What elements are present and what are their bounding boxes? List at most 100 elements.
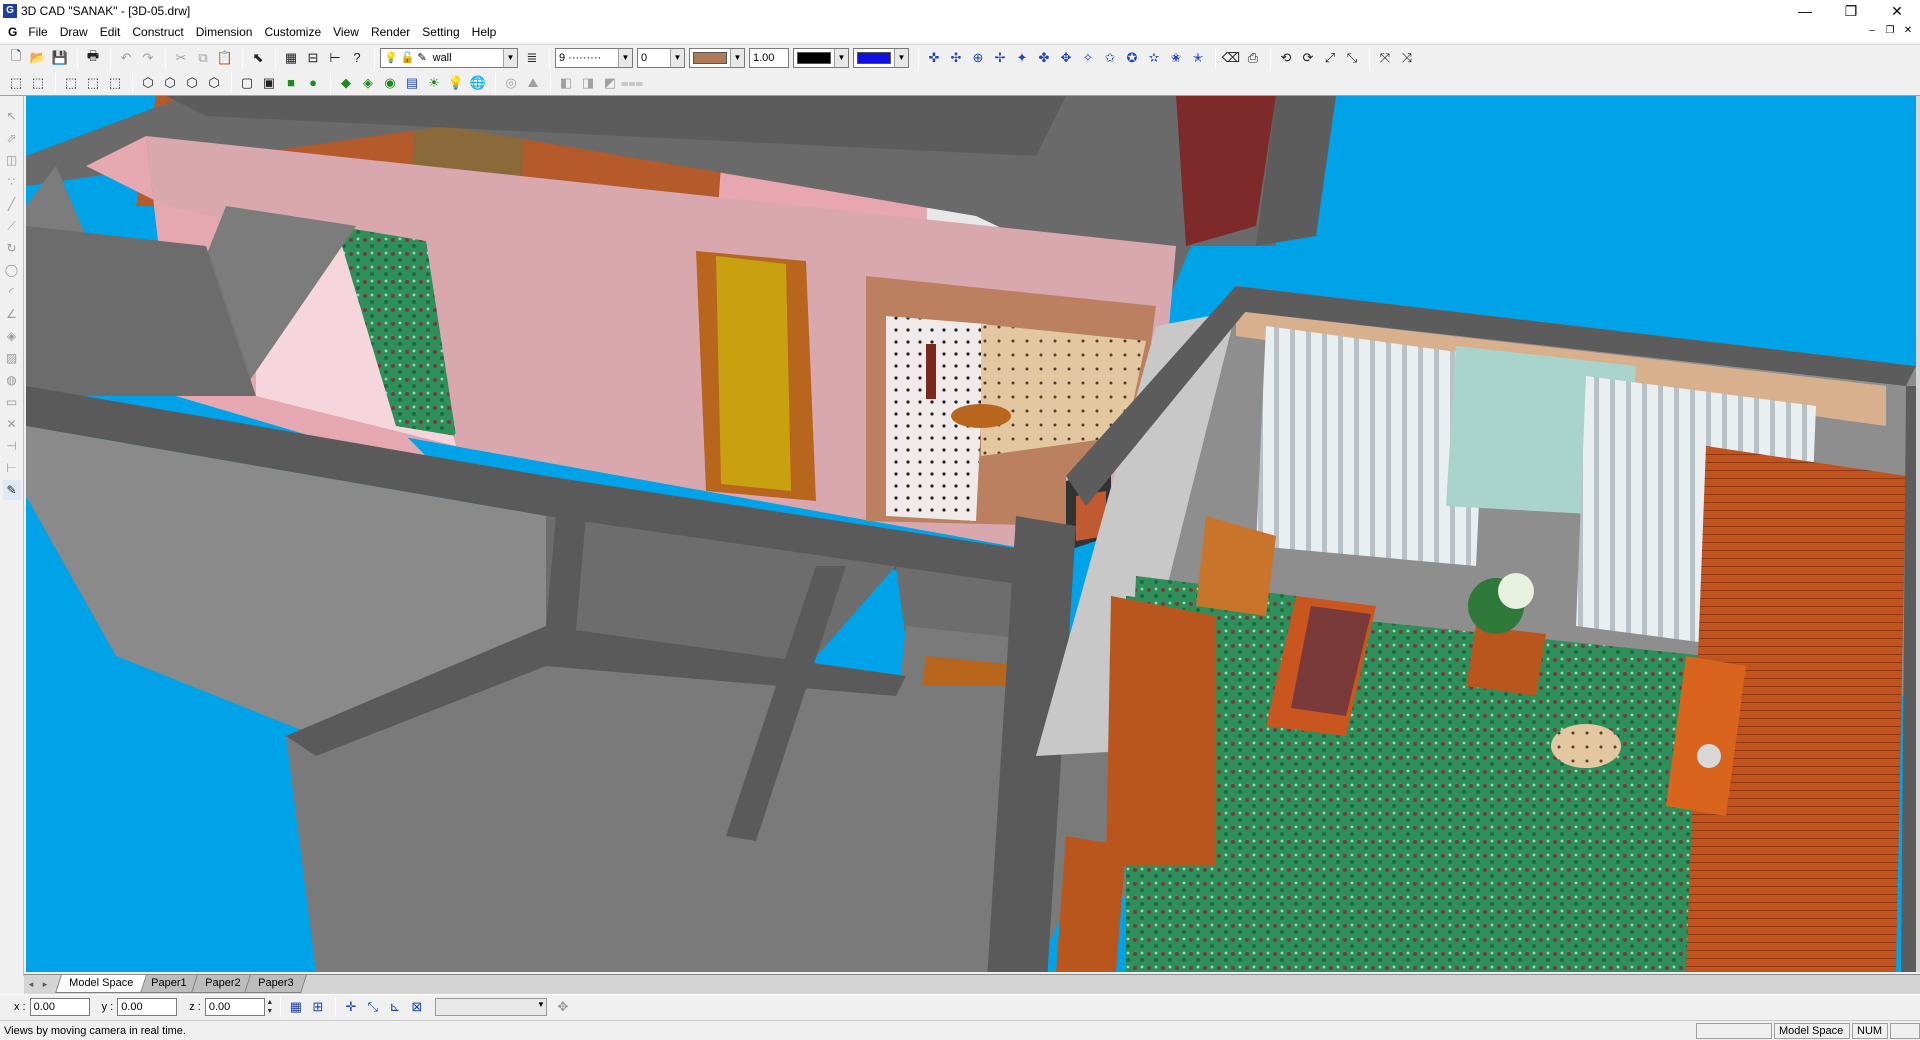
menu-edit[interactable]: Edit: [94, 22, 127, 42]
texture-icon[interactable]: ◈: [358, 73, 378, 93]
tab-paper3[interactable]: Paper3: [244, 975, 308, 993]
line-color-select[interactable]: ▼: [793, 47, 849, 68]
snap-quadrant-icon[interactable]: ✢: [990, 48, 1010, 68]
view-top-icon[interactable]: ⬚: [105, 73, 125, 93]
light-icon[interactable]: ◉: [380, 73, 400, 93]
menu-draw[interactable]: Draw: [54, 22, 94, 42]
doc-minimize-button[interactable]: –: [1864, 24, 1880, 38]
point-tool-icon[interactable]: ∵: [3, 172, 21, 192]
snap-nearest-icon[interactable]: ✫: [1144, 48, 1164, 68]
tab-next-icon[interactable]: ▸: [38, 975, 52, 993]
minimize-button[interactable]: —: [1782, 0, 1828, 22]
close-button[interactable]: ✕: [1874, 0, 1920, 22]
section-icon[interactable]: ◧: [556, 73, 576, 93]
tab-model-space[interactable]: Model Space: [55, 975, 148, 993]
z-spinner[interactable]: ▲ ▼: [265, 998, 275, 1016]
iso-ne-icon[interactable]: ⬡: [182, 73, 202, 93]
menu-dimension[interactable]: Dimension: [190, 22, 259, 42]
linetype-select[interactable]: 9 ········· ▼: [555, 47, 633, 68]
z-coordinate-input[interactable]: 0.00: [204, 997, 265, 1016]
snap-extension-icon[interactable]: ✥: [1056, 48, 1076, 68]
zoom-icon[interactable]: ⤢: [1320, 48, 1340, 68]
window-tool-icon[interactable]: ◫: [3, 150, 21, 170]
view-right-icon[interactable]: ⬚: [83, 73, 103, 93]
hatch-tool-icon[interactable]: ▨: [3, 348, 21, 368]
select-arrow-icon[interactable]: ⬉: [248, 48, 268, 68]
paste-icon[interactable]: 📋: [215, 48, 235, 68]
tree-icon[interactable]: ⊢: [325, 48, 345, 68]
layer-manager-icon[interactable]: ≣: [522, 48, 542, 68]
snap-mode-select[interactable]: ▼: [434, 997, 547, 1016]
pan-icon[interactable]: ⟳: [1298, 48, 1318, 68]
layer-select[interactable]: 💡 🔓 ✎ wall ▼: [380, 47, 518, 68]
line-tool-icon[interactable]: ╱: [3, 194, 21, 214]
menu-file[interactable]: File: [22, 22, 53, 42]
ortho-icon[interactable]: ✛: [341, 997, 361, 1017]
print-icon[interactable]: 🖶: [83, 48, 103, 68]
rotate-tool-icon[interactable]: ↻: [3, 238, 21, 258]
iso-nw-icon[interactable]: ⬡: [204, 73, 224, 93]
snap-center-icon[interactable]: ⊕: [968, 48, 988, 68]
snap-perpendicular-icon[interactable]: ✩: [1100, 48, 1120, 68]
polar-icon[interactable]: ⤡: [363, 997, 383, 1017]
redo-icon[interactable]: ↷: [138, 48, 158, 68]
snap-parallel-icon[interactable]: ✬: [1166, 48, 1186, 68]
iso-se-icon[interactable]: ⬡: [160, 73, 180, 93]
sphere-tool-icon[interactable]: ◍: [3, 370, 21, 390]
globe-icon[interactable]: 🌐: [468, 73, 488, 93]
render-icon[interactable]: ●: [303, 73, 323, 93]
view-front-icon[interactable]: ⬚: [6, 73, 26, 93]
walk-icon[interactable]: ⤡: [1342, 48, 1362, 68]
snap-intersection-icon[interactable]: ✤: [1034, 48, 1054, 68]
ucs-icon[interactable]: ⊾: [385, 997, 405, 1017]
fly-icon[interactable]: ⤧: [1375, 48, 1395, 68]
elevation-icon[interactable]: ◩: [600, 73, 620, 93]
hidden-line-icon[interactable]: ▣: [259, 73, 279, 93]
menu-help[interactable]: Help: [466, 22, 503, 42]
material-color-select[interactable]: ▼: [689, 47, 745, 68]
move-icon[interactable]: ✥: [553, 997, 573, 1017]
fill-color-select[interactable]: ▼: [853, 47, 909, 68]
walk-camera-tool-icon[interactable]: ✎: [2, 480, 21, 500]
snap-endpoint-icon[interactable]: ✜: [924, 48, 944, 68]
new-file-icon[interactable]: 🗋: [6, 48, 26, 68]
fill-tool-icon[interactable]: ◈: [3, 326, 21, 346]
tab-prev-icon[interactable]: ◂: [24, 975, 38, 993]
y-coordinate-input[interactable]: 0.00: [117, 997, 178, 1016]
spiral-icon[interactable]: ◎: [501, 73, 521, 93]
cut-icon[interactable]: ✂: [171, 48, 191, 68]
menu-view[interactable]: View: [327, 22, 365, 42]
doc-restore-button[interactable]: ❐: [1882, 24, 1898, 38]
stretch-tool-icon[interactable]: ⬀: [3, 128, 21, 148]
doc-close-button[interactable]: ✕: [1900, 24, 1916, 38]
terrain-icon[interactable]: ⛰: [523, 73, 543, 93]
material-icon[interactable]: ◆: [336, 73, 356, 93]
trim-tool-icon[interactable]: ✕: [3, 414, 21, 434]
dynamic-input-icon[interactable]: ⊠: [407, 997, 427, 1017]
box-tool-icon[interactable]: ▭: [3, 392, 21, 412]
menu-setting[interactable]: Setting: [416, 22, 465, 42]
select-tool-icon[interactable]: ↖: [3, 106, 21, 126]
properties-icon[interactable]: ⊟: [303, 48, 323, 68]
iso-sw-icon[interactable]: ⬡: [138, 73, 158, 93]
snap-tangent-icon[interactable]: ✪: [1122, 48, 1142, 68]
bulb-icon[interactable]: 💡: [446, 73, 466, 93]
view-left-icon[interactable]: ⬚: [61, 73, 81, 93]
menu-render[interactable]: Render: [365, 22, 416, 42]
roll-icon[interactable]: ⤨: [1397, 48, 1417, 68]
orbit-icon[interactable]: ⟲: [1276, 48, 1296, 68]
help-icon[interactable]: ?: [347, 48, 367, 68]
arc-tool-icon[interactable]: ◜: [3, 282, 21, 302]
snap-none-icon[interactable]: ✭: [1188, 48, 1208, 68]
menu-construct[interactable]: Construct: [126, 22, 189, 42]
measure-tool-icon[interactable]: ⊢: [3, 458, 21, 478]
polyline-tool-icon[interactable]: ⟋: [3, 216, 21, 236]
menu-customize[interactable]: Customize: [258, 22, 327, 42]
restore-button[interactable]: ❐: [1828, 0, 1874, 22]
snap-grid-icon[interactable]: ⊞: [308, 997, 328, 1017]
snap-node-icon[interactable]: ✦: [1012, 48, 1032, 68]
clip-icon[interactable]: ◨: [578, 73, 598, 93]
stair-icon[interactable]: ⩶: [621, 73, 643, 93]
view-back-icon[interactable]: ⬚: [28, 73, 48, 93]
3d-viewport[interactable]: [26, 96, 1920, 972]
